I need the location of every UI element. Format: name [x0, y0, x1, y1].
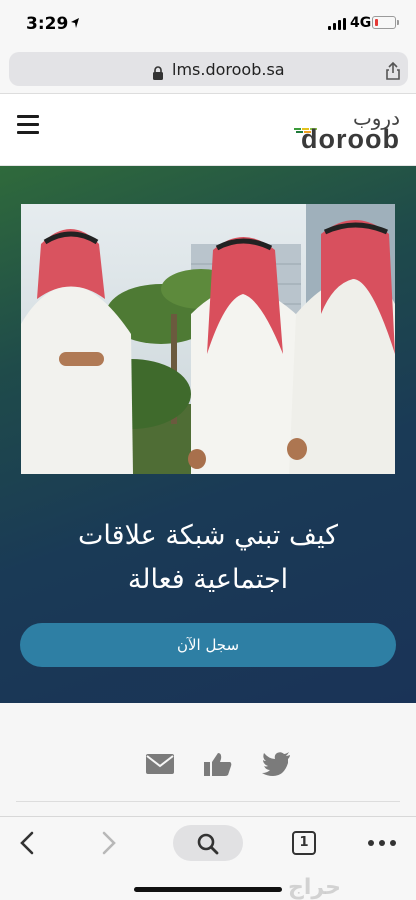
tabs-icon[interactable]: 1 — [292, 831, 316, 855]
location-arrow-icon — [71, 18, 79, 28]
browser-toolbar: 1 حراج — [0, 816, 416, 900]
browser-address-area: lms.doroob.sa — [0, 46, 416, 94]
signal-strength-icon — [328, 18, 346, 30]
doroob-logo[interactable]: دروب doroob — [292, 106, 404, 154]
site-header: دروب doroob — [0, 94, 416, 166]
social-share-section — [0, 703, 416, 816]
forward-icon[interactable] — [100, 831, 118, 855]
share-icon[interactable] — [383, 61, 403, 81]
hero-title: كيف تبني شبكة علاقات اجتماعية فعالة — [20, 514, 396, 602]
email-icon[interactable] — [145, 751, 175, 777]
more-icon[interactable] — [368, 840, 396, 846]
hero-section: كيف تبني شبكة علاقات اجتماعية فعالة سجل … — [0, 166, 416, 703]
home-indicator[interactable] — [134, 887, 282, 892]
divider — [16, 801, 400, 802]
back-icon[interactable] — [18, 831, 36, 855]
lock-icon — [153, 66, 163, 80]
search-icon — [197, 833, 219, 855]
twitter-icon[interactable] — [262, 751, 292, 777]
network-label: 4G — [350, 15, 372, 31]
hero-title-line-2: اجتماعية فعالة — [127, 564, 289, 595]
like-icon[interactable] — [203, 751, 233, 777]
status-bar: 3:29 4G — [0, 0, 416, 46]
battery-tip — [397, 20, 399, 25]
register-now-button[interactable]: سجل الآن — [20, 623, 396, 667]
hero-photo — [21, 204, 395, 474]
search-button[interactable] — [173, 825, 243, 861]
status-time: 3:29 — [26, 14, 69, 34]
address-bar[interactable]: lms.doroob.sa — [9, 52, 408, 86]
hero-title-line-1: كيف تبني شبكة علاقات — [78, 520, 338, 551]
battery-level — [375, 19, 378, 26]
watermark: حراج — [288, 875, 341, 900]
logo-latin-text: doroob — [301, 124, 400, 154]
url-text[interactable]: lms.doroob.sa — [172, 60, 285, 79]
hamburger-menu-icon[interactable] — [17, 115, 39, 135]
battery-icon — [372, 16, 396, 29]
